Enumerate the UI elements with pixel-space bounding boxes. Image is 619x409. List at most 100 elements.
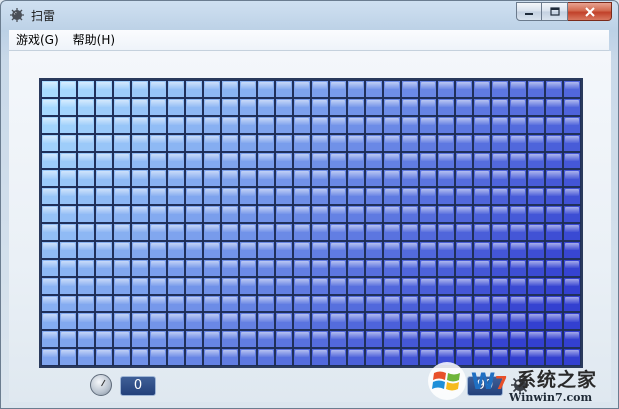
mine-cell[interactable]	[77, 223, 95, 241]
mine-cell[interactable]	[491, 169, 509, 188]
mine-cell[interactable]	[419, 115, 437, 134]
mine-cell[interactable]	[275, 80, 293, 98]
mine-cell[interactable]	[113, 115, 131, 134]
mine-cell[interactable]	[311, 115, 329, 134]
mine-cell[interactable]	[437, 312, 455, 331]
mine-cell[interactable]	[545, 330, 563, 349]
mine-cell[interactable]	[77, 258, 95, 277]
mine-cell[interactable]	[41, 169, 59, 188]
mine-cell[interactable]	[257, 97, 275, 116]
mine-cell[interactable]	[419, 258, 437, 277]
mine-cell[interactable]	[275, 258, 293, 277]
mine-cell[interactable]	[383, 348, 401, 366]
mine-cell[interactable]	[203, 205, 221, 223]
mine-cell[interactable]	[113, 240, 131, 259]
mine-cell[interactable]	[311, 187, 329, 206]
mine-cell[interactable]	[221, 240, 239, 259]
mine-cell[interactable]	[527, 276, 545, 295]
mine-cell[interactable]	[347, 240, 365, 259]
mine-cell[interactable]	[419, 169, 437, 188]
mine-cell[interactable]	[167, 240, 185, 259]
menu-game[interactable]: 游戏(G)	[9, 30, 66, 50]
mine-cell[interactable]	[257, 348, 275, 366]
mine-cell[interactable]	[545, 151, 563, 170]
mine-cell[interactable]	[275, 205, 293, 223]
mine-cell[interactable]	[167, 151, 185, 170]
mine-cell[interactable]	[509, 151, 527, 170]
mine-cell[interactable]	[365, 187, 383, 206]
mine-cell[interactable]	[545, 97, 563, 116]
mine-cell[interactable]	[293, 97, 311, 116]
mine-cell[interactable]	[113, 205, 131, 223]
mine-cell[interactable]	[311, 151, 329, 170]
mine-cell[interactable]	[455, 240, 473, 259]
mine-cell[interactable]	[293, 276, 311, 295]
mine-cell[interactable]	[293, 223, 311, 241]
mine-cell[interactable]	[365, 97, 383, 116]
mine-cell[interactable]	[401, 223, 419, 241]
mine-cell[interactable]	[185, 133, 203, 152]
mine-cell[interactable]	[455, 312, 473, 331]
mine-cell[interactable]	[149, 187, 167, 206]
mine-cell[interactable]	[95, 223, 113, 241]
mine-cell[interactable]	[329, 294, 347, 313]
mine-cell[interactable]	[293, 348, 311, 366]
mine-cell[interactable]	[59, 80, 77, 98]
mine-cell[interactable]	[311, 330, 329, 349]
mine-cell[interactable]	[383, 312, 401, 331]
mine-cell[interactable]	[77, 115, 95, 134]
mine-cell[interactable]	[41, 294, 59, 313]
mine-cell[interactable]	[275, 294, 293, 313]
mine-cell[interactable]	[455, 294, 473, 313]
mine-cell[interactable]	[41, 205, 59, 223]
mine-cell[interactable]	[275, 330, 293, 349]
mine-cell[interactable]	[527, 187, 545, 206]
mine-cell[interactable]	[167, 97, 185, 116]
mine-cell[interactable]	[473, 258, 491, 277]
mine-cell[interactable]	[473, 223, 491, 241]
mine-cell[interactable]	[275, 348, 293, 366]
mine-cell[interactable]	[59, 294, 77, 313]
mine-cell[interactable]	[437, 276, 455, 295]
mine-cell[interactable]	[113, 169, 131, 188]
mine-cell[interactable]	[563, 223, 581, 241]
mine-cell[interactable]	[167, 312, 185, 331]
mine-cell[interactable]	[131, 115, 149, 134]
mine-cell[interactable]	[77, 276, 95, 295]
mine-cell[interactable]	[347, 169, 365, 188]
mine-cell[interactable]	[131, 97, 149, 116]
mine-cell[interactable]	[95, 169, 113, 188]
mine-cell[interactable]	[113, 330, 131, 349]
mine-cell[interactable]	[239, 205, 257, 223]
mine-cell[interactable]	[149, 205, 167, 223]
mine-cell[interactable]	[491, 258, 509, 277]
mine-cell[interactable]	[293, 115, 311, 134]
mine-cell[interactable]	[275, 133, 293, 152]
mine-cell[interactable]	[347, 133, 365, 152]
mine-cell[interactable]	[275, 312, 293, 331]
mine-cell[interactable]	[455, 133, 473, 152]
mine-cell[interactable]	[149, 223, 167, 241]
mine-cell[interactable]	[365, 258, 383, 277]
mine-cell[interactable]	[383, 205, 401, 223]
mine-cell[interactable]	[473, 169, 491, 188]
mine-cell[interactable]	[185, 97, 203, 116]
mine-cell[interactable]	[365, 330, 383, 349]
mine-cell[interactable]	[365, 348, 383, 366]
mine-cell[interactable]	[131, 330, 149, 349]
mine-cell[interactable]	[527, 258, 545, 277]
mine-cell[interactable]	[185, 240, 203, 259]
mine-cell[interactable]	[365, 223, 383, 241]
mine-cell[interactable]	[563, 312, 581, 331]
mine-cell[interactable]	[365, 312, 383, 331]
mine-cell[interactable]	[167, 205, 185, 223]
mine-cell[interactable]	[185, 115, 203, 134]
mine-cell[interactable]	[311, 312, 329, 331]
mine-cell[interactable]	[203, 348, 221, 366]
mine-cell[interactable]	[239, 294, 257, 313]
mine-cell[interactable]	[221, 169, 239, 188]
mine-cell[interactable]	[401, 240, 419, 259]
mine-cell[interactable]	[149, 348, 167, 366]
mine-cell[interactable]	[275, 240, 293, 259]
mine-cell[interactable]	[455, 151, 473, 170]
